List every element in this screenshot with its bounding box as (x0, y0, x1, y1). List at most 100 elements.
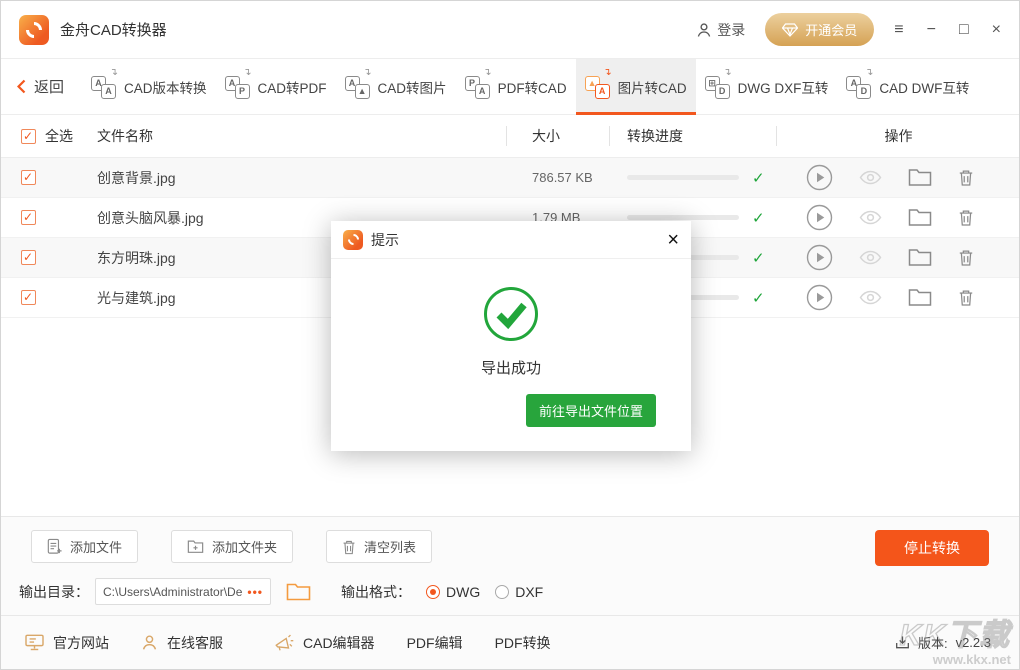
output-dir-input[interactable]: C:\Users\Administrator\De ••• (95, 578, 271, 605)
goto-export-location-button[interactable]: 前往导出文件位置 (526, 394, 656, 427)
play-icon (806, 164, 833, 191)
progress-bar (627, 175, 739, 180)
login-button[interactable]: 登录 (696, 20, 745, 40)
column-operations: 操作 (776, 126, 1020, 146)
tab-icon: A A (91, 74, 116, 99)
column-progress: 转换进度 (609, 126, 776, 146)
add-folder-button[interactable]: 添加文件夹 (171, 530, 293, 563)
vip-button[interactable]: 开通会员 (765, 13, 874, 46)
tab-1[interactable]: A P CAD转PDF (216, 59, 336, 114)
tab-bar: 返回 A A CAD版本转换 A P CAD转PDF A ▲ CAD转图片 P … (1, 59, 1019, 115)
tab-5[interactable]: ⊞ D DWG DXF互转 (696, 59, 838, 114)
row-checkbox[interactable] (21, 250, 36, 265)
delete-button[interactable] (958, 248, 974, 267)
gem-icon (782, 23, 798, 37)
success-check-icon (482, 285, 540, 343)
footer-link-label: CAD编辑器 (303, 633, 375, 653)
format-radio-dwg[interactable]: DWG (426, 584, 480, 600)
preview-button[interactable] (859, 210, 882, 225)
table-header: 全选 文件名称 大小 转换进度 操作 (1, 115, 1019, 158)
folder-icon (908, 208, 932, 227)
eye-icon (859, 170, 882, 185)
maximize-icon[interactable]: □ (959, 22, 969, 38)
trash-icon (342, 539, 356, 555)
preview-button[interactable] (859, 170, 882, 185)
titlebar-right: 登录 开通会员 ≡ − □ × (696, 13, 1001, 46)
table-row: 创意背景.jpg 786.57 KB ✓ (1, 158, 1019, 198)
radio-label: DWG (446, 584, 480, 600)
back-button[interactable]: 返回 (17, 59, 64, 114)
footer-link-2[interactable]: CAD编辑器 (273, 633, 375, 653)
folder-icon (908, 288, 932, 307)
tab-label: CAD转图片 (378, 77, 447, 97)
row-checkbox[interactable] (21, 290, 36, 305)
add-file-button[interactable]: 添加文件 (31, 530, 138, 563)
play-button[interactable] (806, 244, 833, 271)
version-info: 版本: v2.2.3 (895, 633, 991, 652)
add-folder-label: 添加文件夹 (212, 537, 277, 556)
open-output-folder-button[interactable] (286, 582, 311, 602)
export-success-dialog: 提示 × 导出成功 前往导出文件位置 (331, 221, 691, 451)
play-icon (806, 284, 833, 311)
clear-list-button[interactable]: 清空列表 (326, 530, 432, 563)
eye-icon (859, 210, 882, 225)
trash-icon (958, 288, 974, 307)
tab-4[interactable]: ▲ A 图片转CAD (576, 59, 696, 114)
trash-icon (958, 168, 974, 187)
bottom-panel: 添加文件 添加文件夹 清空列表 停止转换 输出目录： C:\Users\Admi… (1, 516, 1019, 617)
row-checkbox[interactable] (21, 210, 36, 225)
title-bar: 金舟CAD转换器 登录 开通会员 ≡ − □ × (1, 1, 1019, 59)
trash-icon (958, 208, 974, 227)
preview-button[interactable] (859, 290, 882, 305)
preview-button[interactable] (859, 250, 882, 265)
back-label: 返回 (34, 76, 64, 97)
tab-label: DWG DXF互转 (738, 77, 829, 97)
open-folder-button[interactable] (908, 288, 932, 307)
delete-button[interactable] (958, 208, 974, 227)
dialog-title: 提示 (371, 230, 399, 250)
delete-button[interactable] (958, 288, 974, 307)
vip-label: 开通会员 (805, 20, 857, 39)
add-folder-icon (187, 539, 204, 554)
play-button[interactable] (806, 164, 833, 191)
open-folder-button[interactable] (908, 208, 932, 227)
tab-icon: A ▲ (345, 74, 370, 99)
dialog-header: 提示 × (331, 221, 691, 259)
actions-row: 添加文件 添加文件夹 清空列表 停止转换 (1, 517, 1019, 563)
play-button[interactable] (806, 284, 833, 311)
output-dir-value: C:\Users\Administrator\De (103, 585, 247, 599)
tab-3[interactable]: P A PDF转CAD (456, 59, 576, 114)
row-checkbox[interactable] (21, 170, 36, 185)
open-folder-button[interactable] (908, 248, 932, 267)
trash-icon (958, 248, 974, 267)
close-icon[interactable]: × (992, 22, 1001, 38)
browse-more-button[interactable]: ••• (247, 585, 263, 599)
footer-link-3[interactable]: PDF编辑 (407, 633, 463, 653)
window-controls: ≡ − □ × (894, 22, 1001, 38)
open-folder-button[interactable] (908, 168, 932, 187)
version-label: 版本: (918, 633, 948, 652)
footer-link-1[interactable]: 在线客服 (141, 633, 223, 653)
dialog-close-icon[interactable]: × (667, 230, 679, 250)
footer-link-4[interactable]: PDF转换 (495, 633, 551, 653)
minimize-icon[interactable]: − (927, 22, 936, 38)
delete-button[interactable] (958, 168, 974, 187)
tab-2[interactable]: A ▲ CAD转图片 (336, 59, 456, 114)
add-file-icon (47, 538, 62, 555)
stop-convert-button[interactable]: 停止转换 (875, 530, 989, 566)
select-all-checkbox[interactable] (21, 129, 36, 144)
tab-label: CAD DWF互转 (879, 77, 969, 97)
play-icon (806, 244, 833, 271)
play-button[interactable] (806, 204, 833, 231)
footer-link-0[interactable]: 官方网站 (25, 633, 109, 653)
tab-6[interactable]: A D CAD DWF互转 (837, 59, 978, 114)
format-radio-dxf[interactable]: DXF (495, 584, 543, 600)
menu-icon[interactable]: ≡ (894, 22, 903, 38)
footer-link-label: PDF编辑 (407, 633, 463, 653)
tab-0[interactable]: A A CAD版本转换 (82, 59, 216, 114)
tab-icon: ▲ A (585, 74, 610, 99)
folder-icon (908, 168, 932, 187)
dialog-logo-icon (343, 230, 363, 250)
dialog-body: 导出成功 (331, 259, 691, 378)
select-all: 全选 (1, 126, 91, 146)
